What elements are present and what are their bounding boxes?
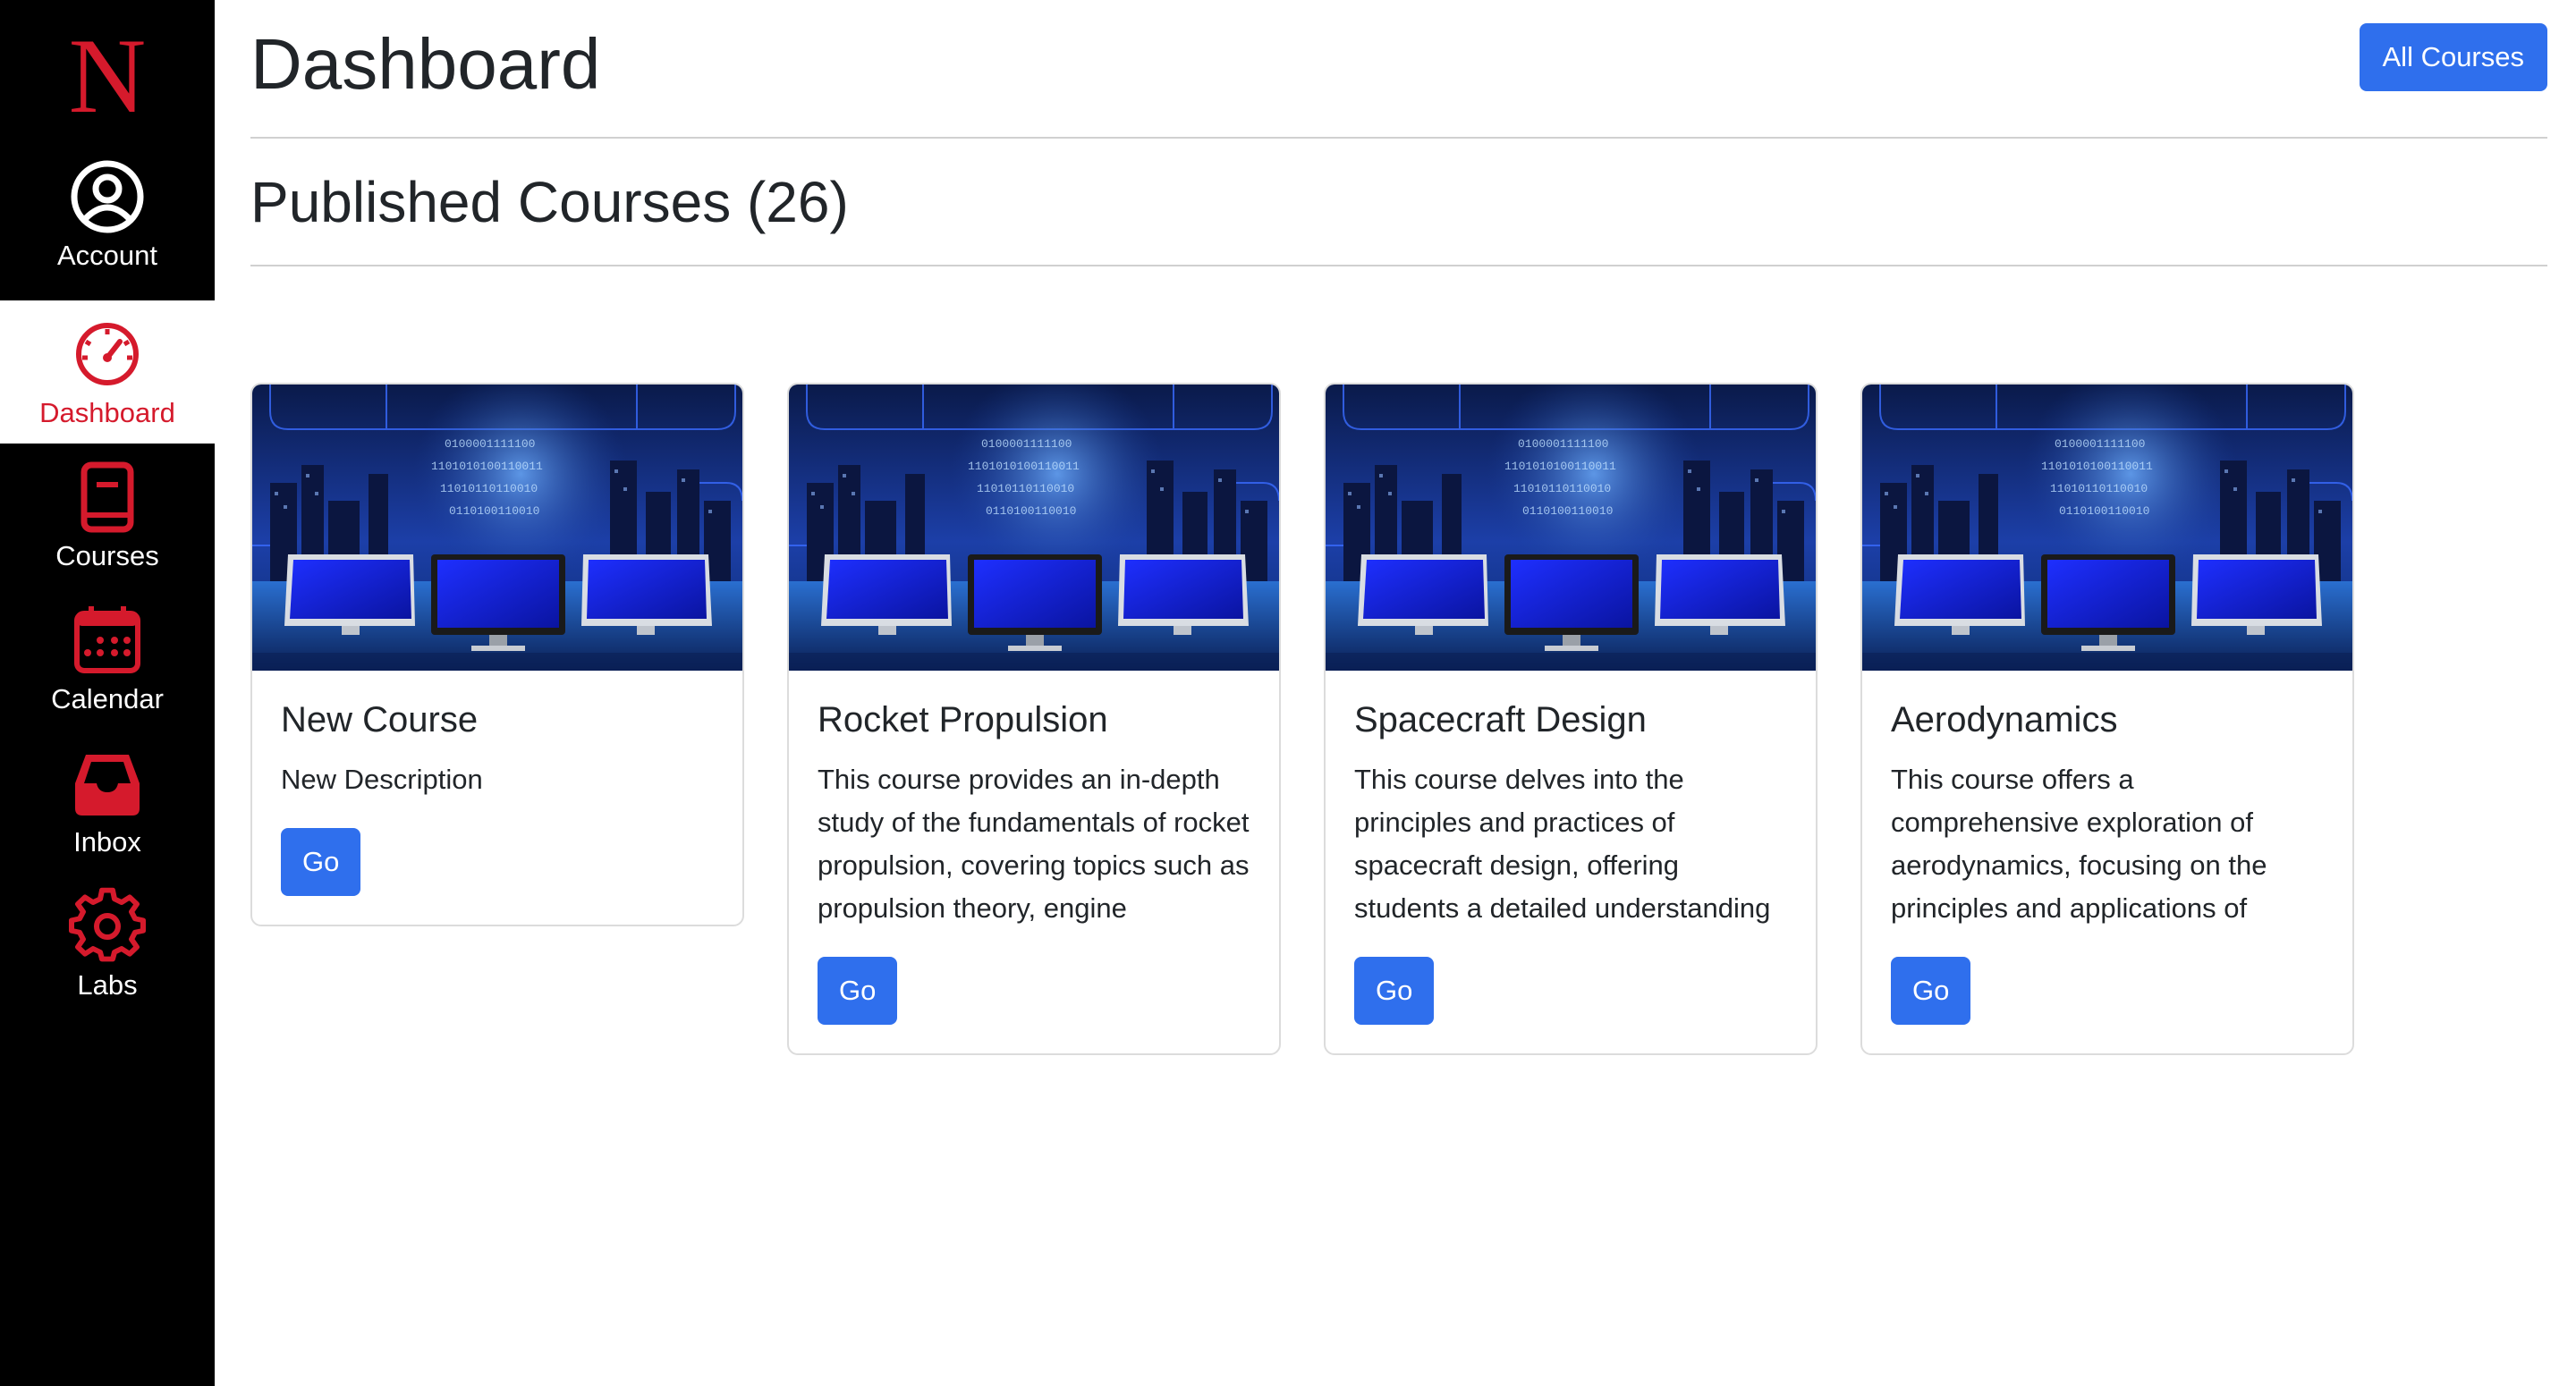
inbox-tray-icon [68, 744, 147, 823]
go-button[interactable]: Go [818, 957, 898, 1025]
sidebar-item-calendar[interactable]: Calendar [0, 587, 215, 730]
n-logo-icon: N [69, 22, 147, 121]
sidebar-item-label: Labs [77, 969, 138, 1001]
course-image [789, 385, 1279, 671]
go-button[interactable]: Go [281, 828, 361, 896]
course-card-grid: New Course New Description Go Rocket Pro… [250, 383, 2547, 1366]
header-divider [250, 137, 2547, 139]
sidebar-item-label: Account [56, 240, 157, 271]
sidebar-item-label: Courses [55, 540, 159, 571]
sidebar-item-account[interactable]: Account [0, 143, 215, 286]
course-image [1862, 385, 2352, 671]
sidebar-item-label: Dashboard [39, 397, 175, 428]
course-title: Spacecraft Design [1354, 700, 1647, 739]
sidebar-item-courses[interactable]: Courses [0, 444, 215, 587]
sidebar-item-labs[interactable]: Labs [0, 873, 215, 1016]
sidebar-item-label: Inbox [73, 826, 141, 858]
course-card[interactable]: Rocket Propulsion This course provides a… [787, 383, 1281, 1055]
course-description: This course offers a comprehensive explo… [1891, 764, 2267, 924]
gear-icon [68, 887, 147, 966]
book-icon [68, 458, 147, 537]
course-card[interactable]: New Course New Description Go [250, 383, 744, 926]
sidebar-item-inbox[interactable]: Inbox [0, 730, 215, 873]
all-courses-button[interactable]: All Courses [2359, 23, 2547, 91]
course-description: This course delves into the principles a… [1354, 764, 1771, 924]
course-card[interactable]: Aerodynamics This course offers a compre… [1860, 383, 2354, 1055]
course-image [252, 385, 742, 671]
course-description: This course provides an in-depth study o… [818, 764, 1250, 924]
calendar-icon [68, 601, 147, 680]
account-circle-icon [68, 157, 147, 236]
speedometer-icon [68, 315, 147, 393]
published-courses-title: Published Courses (26) [250, 170, 849, 234]
svg-text:N: N [69, 22, 147, 121]
course-title: Rocket Propulsion [818, 700, 1108, 739]
go-button[interactable]: Go [1891, 957, 1971, 1025]
go-button[interactable]: Go [1354, 957, 1435, 1025]
sidebar-item-dashboard[interactable]: Dashboard [0, 300, 215, 444]
course-description: New Description [281, 764, 483, 795]
section-divider [250, 265, 2547, 266]
course-card[interactable]: Spacecraft Design This course delves int… [1324, 383, 1818, 1055]
course-title: Aerodynamics [1891, 700, 2118, 739]
sidebar-nav: N Account Dashboard Courses Calendar Inb… [0, 0, 215, 1386]
university-logo[interactable]: N [0, 0, 215, 143]
main-content: Dashboard All Courses Published Courses … [250, 0, 2547, 1386]
course-image [1326, 385, 1816, 671]
sidebar-item-label: Calendar [51, 683, 164, 714]
page-title: Dashboard [250, 24, 601, 104]
course-title: New Course [281, 700, 479, 739]
